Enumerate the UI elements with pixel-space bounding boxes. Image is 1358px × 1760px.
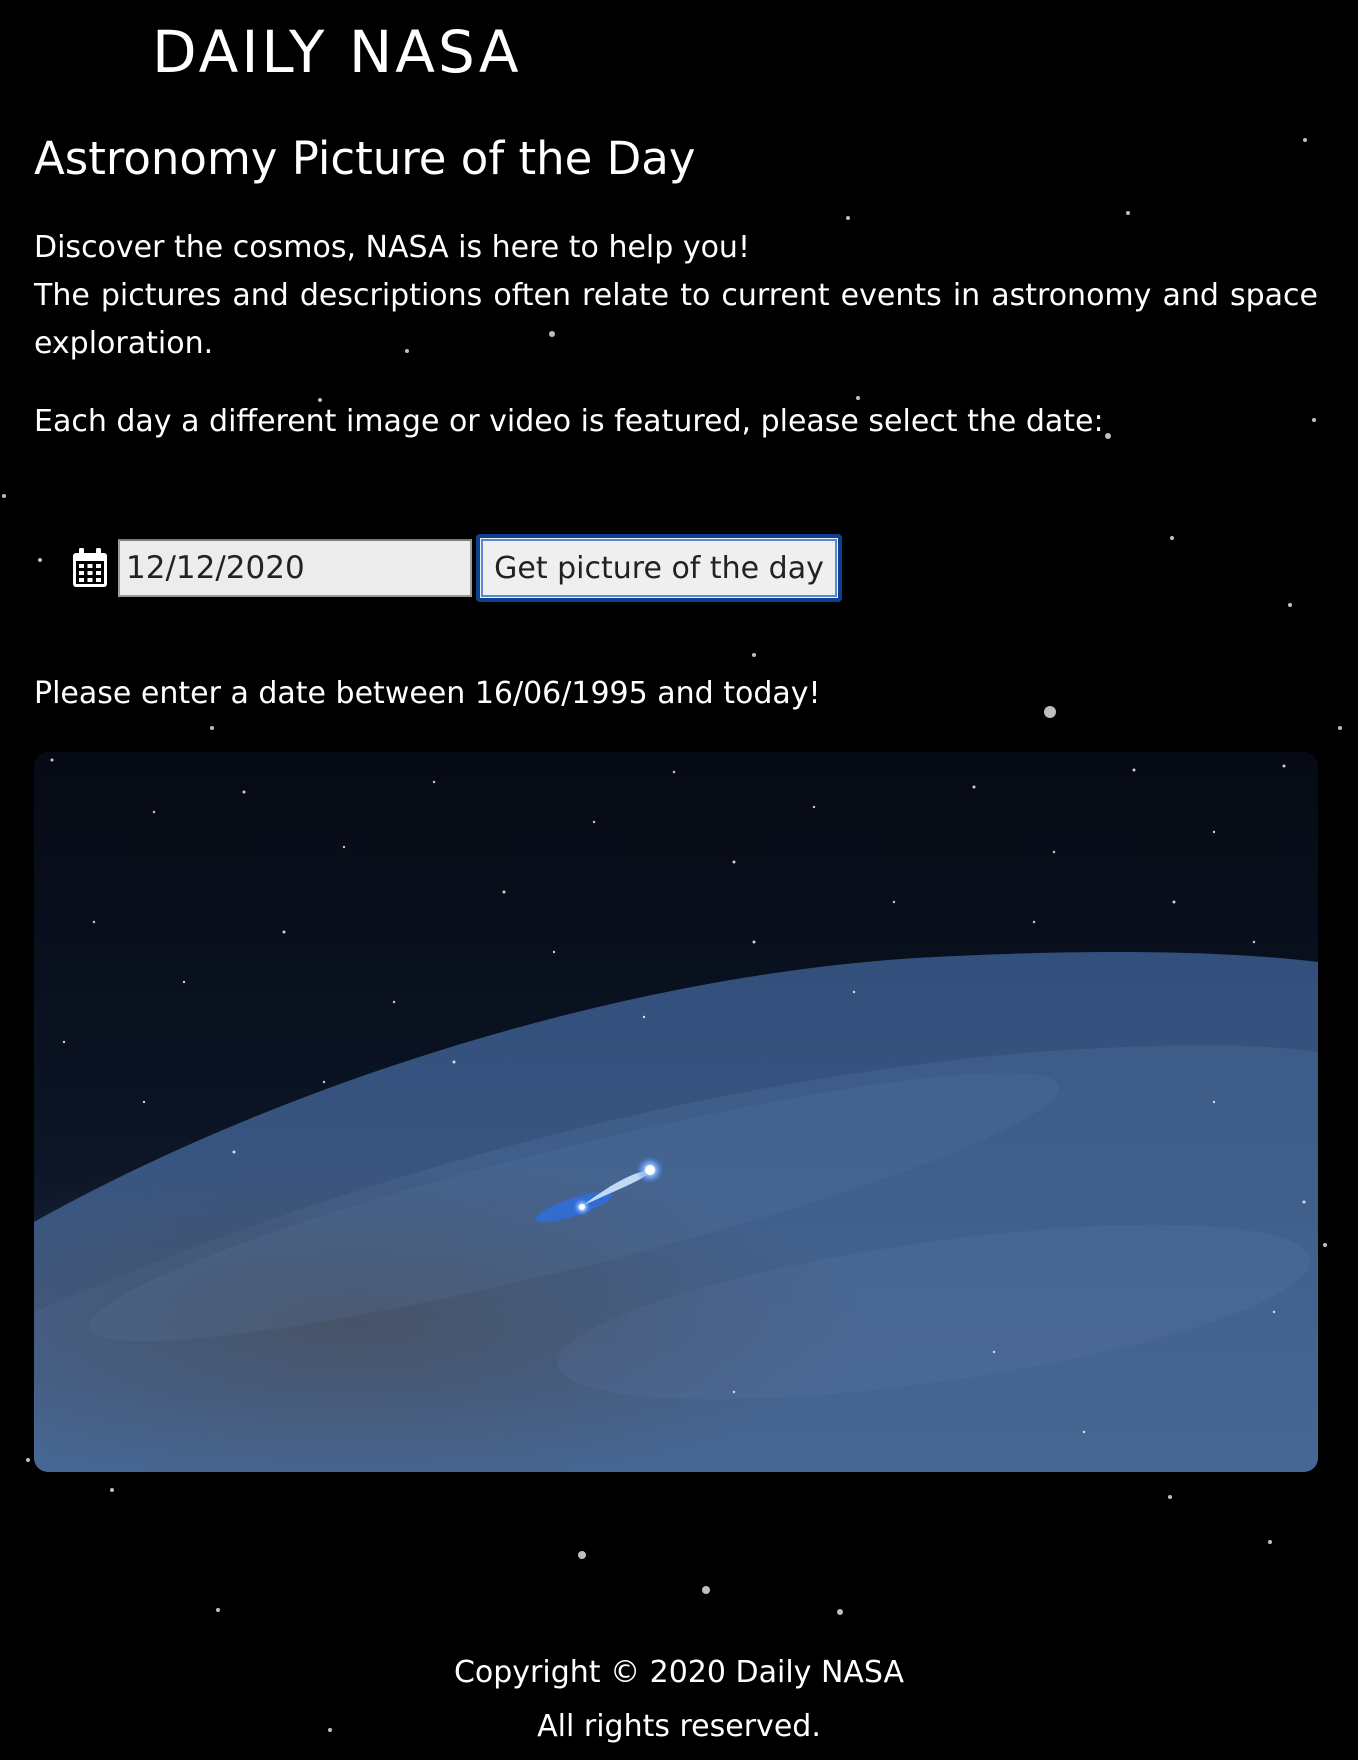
content: DAILY NASA Astronomy Picture of the Day …	[0, 0, 1358, 1760]
page: DAILY NASA Astronomy Picture of the Day …	[0, 0, 1358, 1760]
date-range-hint: Please enter a date between 16/06/1995 a…	[34, 676, 821, 711]
date-form: Get picture of the day	[70, 534, 842, 602]
intro-text: Discover the cosmos, NASA is here to hel…	[34, 224, 1318, 368]
footer: Copyright © 2020 Daily NASA All rights r…	[0, 1646, 1358, 1754]
intro-line-1: Discover the cosmos, NASA is here to hel…	[34, 230, 750, 265]
get-picture-button[interactable]: Get picture of the day	[476, 534, 842, 602]
picture-of-the-day-image	[34, 752, 1318, 1472]
daily-nasa-logo: DAILY NASA	[152, 18, 522, 78]
page-title: Astronomy Picture of the Day	[34, 132, 696, 185]
logo-text: DAILY NASA	[152, 18, 522, 78]
date-select-prompt: Each day a different image or video is f…	[34, 404, 1104, 439]
apod-illustration	[34, 752, 1318, 1472]
calendar-icon[interactable]	[70, 546, 110, 590]
date-input[interactable]	[118, 539, 472, 597]
intro-line-2: The pictures and descriptions often rela…	[34, 278, 1318, 361]
copyright-text: Copyright © 2020 Daily NASA	[453, 1655, 905, 1690]
rights-text: All rights reserved.	[537, 1709, 821, 1744]
